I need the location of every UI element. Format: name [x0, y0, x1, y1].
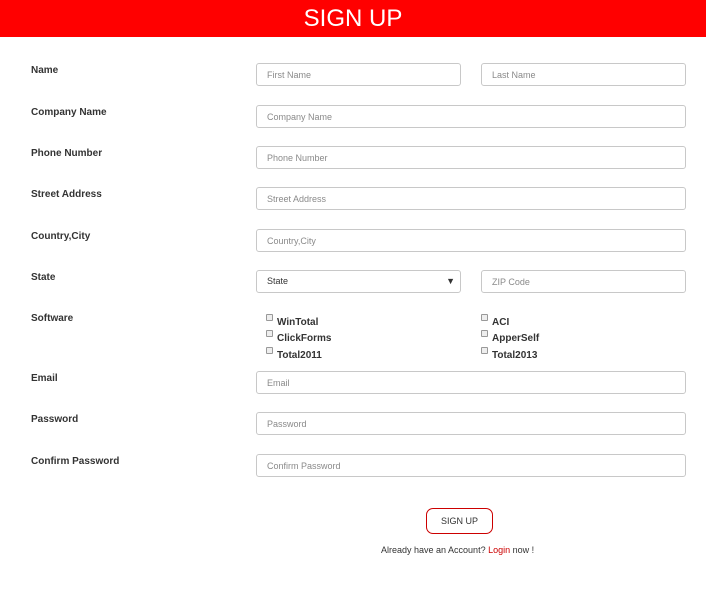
phone-number-label: Phone Number — [31, 148, 103, 159]
checkbox[interactable] — [266, 314, 273, 321]
page-title: SIGN UP — [303, 5, 403, 32]
checkbox[interactable] — [481, 347, 488, 354]
sign-up-button[interactable]: SIGN UP — [426, 508, 493, 534]
confirm-password-label: Confirm Password — [31, 456, 120, 467]
state-label: State — [31, 272, 56, 283]
state-select[interactable]: State ▼ — [256, 270, 461, 293]
confirm-password-input[interactable] — [256, 454, 686, 477]
now-text: now ! — [512, 545, 535, 555]
first-name-input[interactable] — [256, 63, 461, 86]
page-header: SIGN UP — [0, 0, 706, 37]
software-label: Software — [31, 313, 74, 324]
company-name-label: Company Name — [31, 107, 107, 118]
checkbox[interactable] — [481, 314, 488, 321]
login-link[interactable]: Login — [488, 545, 510, 555]
checkbox[interactable] — [266, 347, 273, 354]
state-selected-value: State — [267, 276, 289, 286]
phone-number-input[interactable] — [256, 146, 686, 169]
country-city-input[interactable] — [256, 229, 686, 252]
checkbox[interactable] — [266, 330, 273, 337]
street-address-input[interactable] — [256, 187, 686, 210]
password-label: Password — [31, 414, 79, 425]
password-input[interactable] — [256, 412, 686, 435]
email-label: Email — [31, 373, 58, 384]
company-name-input[interactable] — [256, 105, 686, 128]
already-account-text: Already have an Account? — [381, 545, 486, 555]
checkbox[interactable] — [481, 330, 488, 337]
email-input[interactable] — [256, 371, 686, 394]
street-address-label: Street Address — [31, 189, 102, 200]
zip-code-input[interactable] — [481, 270, 686, 293]
name-label: Name — [31, 65, 59, 76]
dropdown-arrow-icon: ▼ — [446, 276, 455, 286]
country-city-label: Country,City — [31, 231, 91, 242]
last-name-input[interactable] — [481, 63, 686, 86]
